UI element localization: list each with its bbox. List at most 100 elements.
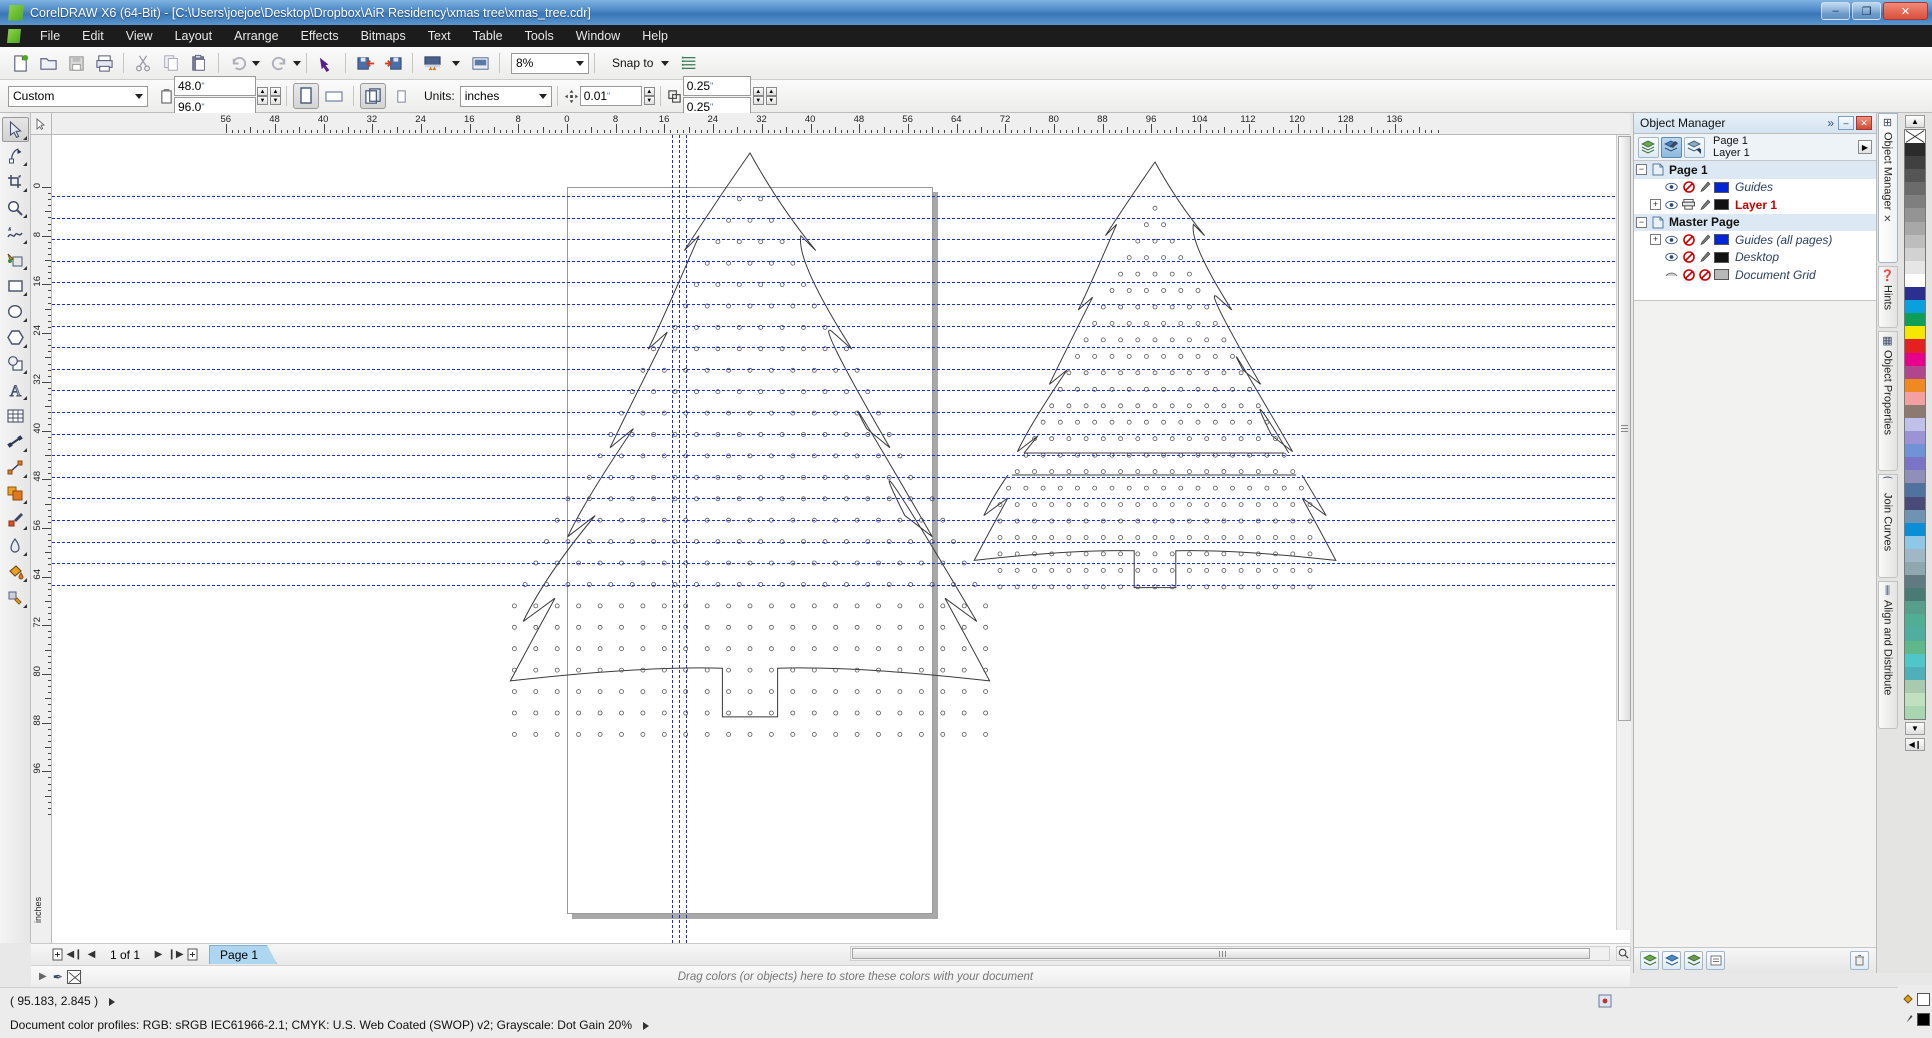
docker-chevron-icon[interactable]: » bbox=[1827, 116, 1834, 130]
horizontal-guideline[interactable] bbox=[52, 476, 1630, 478]
palette-color-swatch[interactable] bbox=[1905, 287, 1925, 301]
status-expand-icon[interactable] bbox=[109, 997, 116, 1006]
new-layer-button[interactable] bbox=[1640, 951, 1659, 970]
fill-tool[interactable] bbox=[2, 559, 29, 584]
visibility-eye-icon[interactable] bbox=[1664, 270, 1679, 280]
nudge-spin-up[interactable]: ▲ bbox=[643, 87, 655, 96]
ellipse-tool[interactable] bbox=[2, 299, 29, 324]
drawing-canvas[interactable] bbox=[52, 135, 1630, 943]
dup-x-spin-up[interactable]: ▲ bbox=[752, 87, 764, 96]
palette-color-swatch[interactable] bbox=[1905, 509, 1925, 523]
import-icon[interactable] bbox=[352, 50, 378, 76]
previous-page-button[interactable]: ◀ bbox=[83, 946, 100, 963]
color-profiles-expand-icon[interactable] bbox=[643, 1021, 650, 1030]
page-preset-dropdown-icon[interactable] bbox=[135, 93, 143, 99]
palette-color-swatch[interactable] bbox=[1905, 575, 1925, 589]
horizontal-guideline[interactable] bbox=[52, 217, 1630, 219]
smart-fill-tool[interactable] bbox=[2, 247, 29, 272]
horizontal-guideline[interactable] bbox=[52, 304, 1630, 305]
palette-color-swatch[interactable] bbox=[1905, 404, 1925, 418]
page-size-spin-down-2[interactable]: ▼ bbox=[270, 96, 281, 105]
dup-y-spin-up[interactable]: ▲ bbox=[765, 87, 777, 96]
horizontal-guideline[interactable] bbox=[52, 412, 1630, 413]
palette-nav-icon[interactable]: ▶ bbox=[39, 971, 47, 982]
table-tool[interactable] bbox=[2, 403, 29, 428]
palette-color-swatch[interactable] bbox=[1905, 143, 1925, 157]
palette-color-swatch[interactable] bbox=[1905, 365, 1925, 379]
publish-to-pdf-icon[interactable] bbox=[419, 50, 445, 76]
vertical-guideline[interactable] bbox=[679, 135, 680, 943]
docker-tab-close-icon[interactable]: ✕ bbox=[1883, 214, 1891, 225]
pdf-dropdown-icon[interactable] bbox=[452, 60, 460, 66]
menu-item-table[interactable]: Table bbox=[462, 26, 514, 46]
freehand-tool[interactable] bbox=[2, 221, 29, 246]
object-manager-layer-row[interactable]: Document Grid bbox=[1634, 266, 1876, 284]
palette-color-swatch[interactable] bbox=[1905, 221, 1925, 235]
duplicate-offset-x-field[interactable]: 0.25 " bbox=[682, 75, 751, 96]
non-printable-icon[interactable] bbox=[1681, 233, 1696, 246]
fill-tool-flyout-icon[interactable] bbox=[22, 574, 27, 582]
polygon-tool[interactable] bbox=[2, 325, 29, 350]
object-manager-layer-row[interactable]: + Guides (all pages) bbox=[1634, 231, 1876, 249]
first-page-button[interactable]: ◀❙ bbox=[66, 946, 83, 963]
redo-dropdown-icon[interactable] bbox=[293, 60, 301, 66]
non-printable-icon[interactable] bbox=[1681, 181, 1696, 194]
close-button[interactable]: ✕ bbox=[1883, 2, 1928, 20]
docker-close-button[interactable]: ✕ bbox=[1856, 116, 1872, 130]
palette-color-swatch[interactable] bbox=[1905, 260, 1925, 274]
snap-to-dropdown-icon[interactable] bbox=[661, 60, 670, 66]
docker-minimize-button[interactable]: – bbox=[1838, 116, 1854, 130]
rectangle-tool[interactable] bbox=[2, 273, 29, 298]
outline-tool[interactable] bbox=[2, 533, 29, 558]
units-combo[interactable]: inches bbox=[459, 85, 552, 107]
duplicate-x-spinner[interactable]: ▲ ▼ bbox=[752, 87, 764, 105]
vertical-guideline[interactable] bbox=[686, 135, 687, 943]
horizontal-guideline[interactable] bbox=[52, 498, 1630, 500]
page-preset-combo[interactable]: Custom bbox=[8, 85, 148, 107]
collapse-icon[interactable]: − bbox=[1636, 216, 1647, 228]
page-size-spinner[interactable]: ▲ ▼ bbox=[257, 87, 268, 105]
docker-options-button[interactable]: ▶ bbox=[1858, 140, 1872, 154]
palette-color-swatch[interactable] bbox=[1905, 679, 1925, 693]
palette-color-swatch[interactable] bbox=[1905, 614, 1925, 628]
menu-item-view[interactable]: View bbox=[115, 26, 164, 46]
palette-color-swatch[interactable] bbox=[1905, 339, 1925, 353]
menu-item-file[interactable]: File bbox=[29, 26, 71, 46]
horizontal-guideline[interactable] bbox=[52, 239, 1630, 241]
palette-color-swatch[interactable] bbox=[1905, 692, 1925, 707]
palette-color-swatch[interactable] bbox=[1905, 706, 1925, 720]
delete-layer-button[interactable] bbox=[1850, 951, 1869, 970]
palette-color-swatch[interactable] bbox=[1905, 195, 1925, 209]
page-width-field[interactable]: 48.0 " bbox=[174, 75, 256, 96]
palette-color-swatch[interactable] bbox=[1905, 378, 1925, 392]
palette-color-swatch[interactable] bbox=[1905, 640, 1925, 654]
editable-pen-icon[interactable] bbox=[1698, 268, 1711, 281]
palette-color-swatch[interactable] bbox=[1905, 391, 1925, 405]
tab-hints[interactable]: ❓ Hints bbox=[1877, 266, 1898, 328]
visibility-eye-icon[interactable] bbox=[1664, 235, 1679, 245]
next-page-button[interactable]: ▶ bbox=[150, 946, 167, 963]
save-document-icon[interactable] bbox=[63, 50, 89, 76]
visibility-eye-icon[interactable] bbox=[1664, 252, 1679, 262]
layer-manager-view-button[interactable] bbox=[1684, 136, 1705, 158]
layer-color-swatch[interactable] bbox=[1714, 251, 1729, 263]
application-launcher-icon[interactable] bbox=[467, 50, 493, 76]
editable-pen-icon[interactable] bbox=[1698, 181, 1711, 193]
palette-color-swatch[interactable] bbox=[1905, 548, 1925, 562]
nudge-spinner[interactable]: ▲ ▼ bbox=[643, 87, 655, 105]
palette-color-swatch[interactable] bbox=[1905, 300, 1925, 314]
palette-color-swatch[interactable] bbox=[1905, 431, 1925, 445]
layer-color-swatch[interactable] bbox=[1714, 269, 1729, 281]
page-size-spinner-2[interactable]: ▲ ▼ bbox=[270, 87, 281, 105]
new-master-layer-even-button[interactable] bbox=[1684, 951, 1703, 970]
menu-item-layout[interactable]: Layout bbox=[164, 26, 224, 46]
object-manager-layer-row[interactable]: + Layer 1 bbox=[1634, 196, 1876, 214]
palette-color-swatch[interactable] bbox=[1905, 601, 1925, 615]
orientation-portrait-button[interactable] bbox=[293, 83, 319, 109]
orientation-landscape-button[interactable] bbox=[321, 83, 347, 109]
fill-color-swatch[interactable] bbox=[1917, 993, 1930, 1006]
canvas-horizontal-scrollbar[interactable] bbox=[850, 946, 1610, 961]
object-manager-layer-row[interactable]: Guides bbox=[1634, 179, 1876, 197]
printable-icon[interactable] bbox=[1681, 199, 1696, 210]
palette-color-swatch[interactable] bbox=[1905, 169, 1925, 183]
